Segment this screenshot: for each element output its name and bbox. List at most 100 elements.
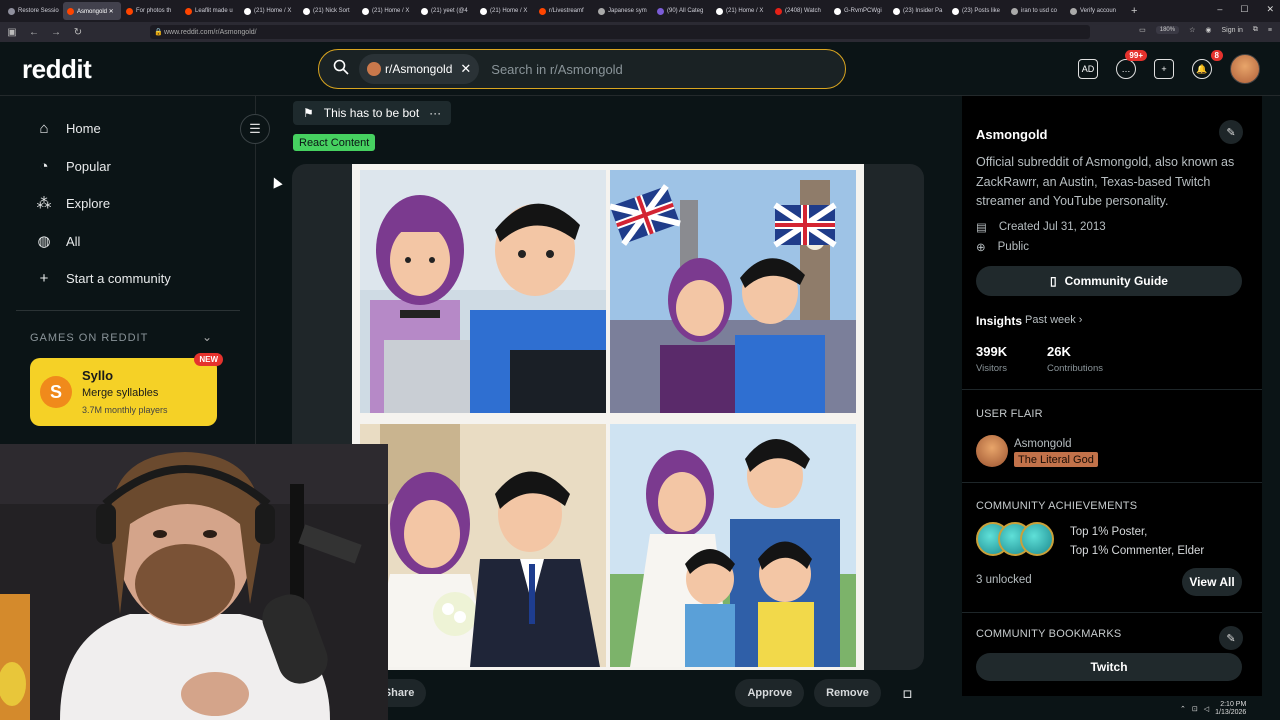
chat-icon[interactable]: … 99+ xyxy=(1116,50,1147,79)
browser-tab[interactable]: Verify accoun xyxy=(1066,2,1124,20)
browser-tab[interactable]: For photos th xyxy=(122,2,180,20)
search-input[interactable]: Search in r/Asmongold xyxy=(491,62,623,77)
browser-tab[interactable]: (23) Posts like xyxy=(948,2,1006,20)
tab-favicon-icon xyxy=(1011,7,1018,15)
account-icon[interactable]: ◉ xyxy=(1205,26,1211,34)
browser-tab[interactable]: G-RvmPCWgi xyxy=(830,2,888,20)
post-flair[interactable]: React Content xyxy=(293,134,376,151)
minimize-icon[interactable]: – xyxy=(1217,4,1222,15)
browser-tab[interactable]: (21) Home / X xyxy=(358,2,416,20)
maximize-icon[interactable]: ☐ xyxy=(1240,4,1248,15)
nav-all[interactable]: ◍ All xyxy=(36,233,80,250)
network-icon[interactable]: ⊡ xyxy=(1192,705,1198,713)
new-tab-icon[interactable]: + xyxy=(1131,5,1137,17)
notifications-badge: 8 xyxy=(1210,50,1223,61)
browser-tab[interactable]: (23) Insider Pa xyxy=(889,2,947,20)
subreddit-search-chip[interactable]: r/Asmongold ✕ xyxy=(359,54,480,84)
clock-date: 1/13/2026 xyxy=(1215,709,1247,716)
community-description: Official subreddit of Asmongold, also kn… xyxy=(976,155,1235,208)
close-window-icon[interactable]: ✕ xyxy=(1266,4,1274,15)
advertise-icon[interactable]: AD xyxy=(1078,59,1098,79)
visibility: ⊕ Public xyxy=(976,240,1029,254)
collapse-nav-button[interactable]: ☰ xyxy=(240,114,270,144)
notifications-icon[interactable]: 🔔 8 xyxy=(1192,50,1223,79)
bookmark-star-icon[interactable]: ☆ xyxy=(1189,26,1195,34)
community-sidebar: Asmongold ✎ Official subreddit of Asmong… xyxy=(962,96,1262,696)
edit-pencil-icon[interactable]: ✎ xyxy=(1219,120,1243,144)
browser-tab[interactable]: Leaflit made u xyxy=(181,2,239,20)
tray-chevron-icon[interactable]: ⌃ xyxy=(1180,705,1186,713)
more-options-icon[interactable]: ··· xyxy=(429,106,441,120)
user-avatar[interactable] xyxy=(1230,54,1260,84)
tab-label: (21) Home / X xyxy=(254,8,292,14)
tab-label: (21) Home / X xyxy=(490,8,528,14)
games-heading: GAMES ON REDDIT xyxy=(30,332,149,344)
view-all-button[interactable]: View All xyxy=(1182,568,1242,596)
tab-favicon-icon xyxy=(952,7,959,15)
tab-favicon-icon xyxy=(126,7,133,15)
mod-shield-icon[interactable]: ◻ xyxy=(891,679,924,707)
edit-bookmarks-icon[interactable]: ✎ xyxy=(1219,626,1243,650)
chat-badge: 99+ xyxy=(1125,50,1147,61)
zoom-level[interactable]: 180% xyxy=(1155,26,1180,34)
nav-popular[interactable]: ◔ Popular xyxy=(36,158,110,175)
browser-tab[interactable]: (2408) Watch xyxy=(771,2,829,20)
nav-home[interactable]: ⌂ Home xyxy=(36,120,101,137)
reload-icon[interactable]: ↻ xyxy=(72,27,84,38)
tab-label: (21) Home / X xyxy=(726,8,764,14)
contributions-label: Contributions xyxy=(1047,363,1103,374)
reader-icon[interactable]: ▭ xyxy=(1139,26,1146,34)
browser-tab[interactable]: (90) All Categ xyxy=(653,2,711,20)
achievement-1: Top 1% Poster, xyxy=(1070,526,1148,538)
extensions-icon[interactable]: ⧉ xyxy=(1253,26,1258,34)
volume-icon[interactable]: ◁ xyxy=(1204,705,1209,713)
nav-explore[interactable]: ⁂ Explore xyxy=(36,195,111,212)
visitors-value: 399K xyxy=(976,344,1008,359)
chip-close-icon[interactable]: ✕ xyxy=(460,61,471,77)
comic-panel-4 xyxy=(610,424,856,667)
subreddit-icon xyxy=(367,62,381,76)
comic-panel-2 xyxy=(610,170,856,413)
browser-tab[interactable]: (21) yeet (@4 xyxy=(417,2,475,20)
post-title-bar[interactable]: ⚑ This has to be bot ··· xyxy=(293,101,452,125)
left-sidebar: ⌂ Home ◔ Popular ⁂ Explore ◍ All + Start… xyxy=(0,96,256,456)
back-icon[interactable]: ← xyxy=(28,27,40,38)
tab-label: G-RvmPCWgi xyxy=(844,8,882,14)
sidebar-toggle-icon[interactable]: ▣ xyxy=(6,27,18,38)
achievement-badges[interactable] xyxy=(976,522,1058,556)
browser-tab[interactable]: Asmongold ✕ xyxy=(63,2,121,20)
nav-home-label: Home xyxy=(66,120,101,136)
browser-tab[interactable]: (21) Home / X xyxy=(476,2,534,20)
browser-tab[interactable]: iran to usd co xyxy=(1007,2,1065,20)
url-bar[interactable]: 🔒 www.reddit.com/r/Asmongold/ xyxy=(150,25,1090,39)
approve-button[interactable]: Approve xyxy=(735,679,805,707)
sign-in-link[interactable]: Sign in xyxy=(1222,27,1243,34)
community-guide-button[interactable]: ▯ Community Guide xyxy=(976,266,1242,296)
browser-tab[interactable]: (21) Home / X xyxy=(240,2,298,20)
tab-label: For photos th xyxy=(136,8,172,14)
browser-tab[interactable]: Restore Sessio xyxy=(4,2,62,20)
browser-tab[interactable]: (21) Home / X xyxy=(712,2,770,20)
create-post-icon[interactable]: + xyxy=(1154,59,1174,79)
user-flair-avatar xyxy=(976,435,1008,467)
tab-favicon-icon xyxy=(8,7,15,15)
tab-label: (23) Posts like xyxy=(962,8,1001,14)
tab-favicon-icon xyxy=(598,7,605,15)
browser-tab[interactable]: (21) Nick Sort xyxy=(299,2,357,20)
comic-image xyxy=(352,164,864,670)
remove-button[interactable]: Remove xyxy=(814,679,881,707)
comic-panel-3 xyxy=(360,424,606,667)
chevron-down-icon[interactable]: ⌄ xyxy=(202,330,212,344)
tab-favicon-icon xyxy=(775,7,782,15)
syllo-game-card[interactable]: S Syllo Merge syllables 3.7M monthly pla… xyxy=(30,353,223,426)
search-bar[interactable]: r/Asmongold ✕ Search in r/Asmongold xyxy=(318,49,846,89)
forward-icon[interactable]: → xyxy=(50,27,62,38)
nav-start-community[interactable]: + Start a community xyxy=(36,270,171,287)
twitch-bookmark-button[interactable]: Twitch xyxy=(976,653,1242,681)
period-selector[interactable]: Past week › xyxy=(1025,314,1082,326)
reddit-logo[interactable]: reddit xyxy=(22,54,92,85)
browser-tab[interactable]: r/Livestreamf xyxy=(535,2,593,20)
clock[interactable]: 2:10 PM 1/13/2026 xyxy=(1215,701,1246,717)
menu-icon[interactable]: ≡ xyxy=(1268,27,1272,34)
browser-tab[interactable]: Japanese sym xyxy=(594,2,652,20)
